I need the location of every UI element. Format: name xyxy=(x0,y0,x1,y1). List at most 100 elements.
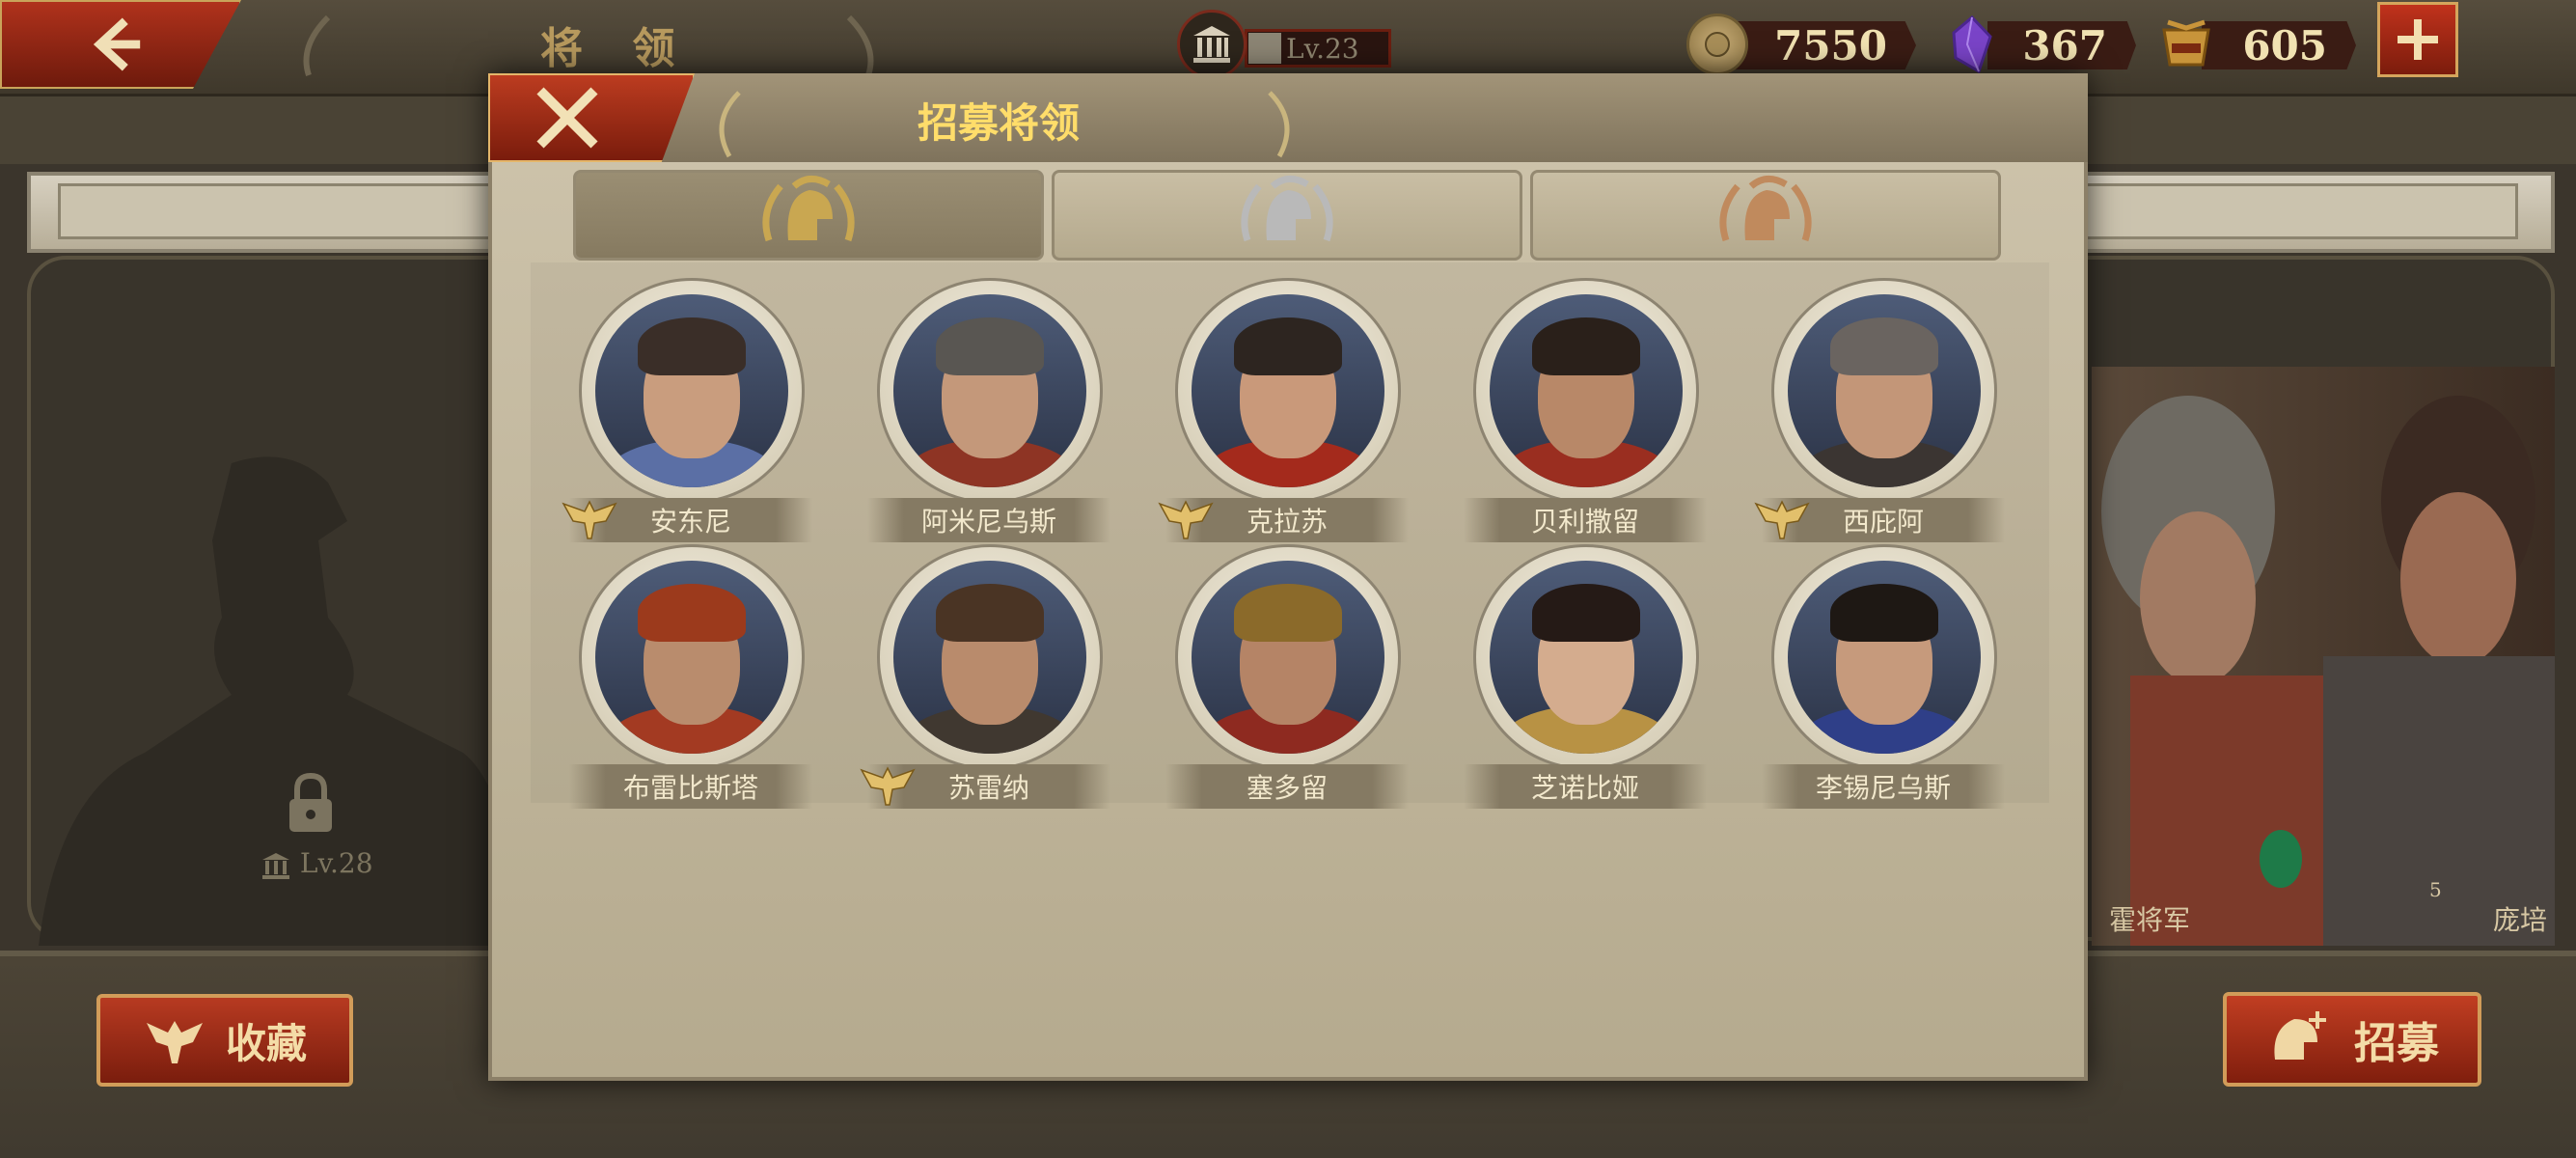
plus-icon xyxy=(2398,19,2438,60)
locked-level-label: Lv.28 xyxy=(260,847,373,880)
rarity-tabs xyxy=(573,170,2003,261)
general-card[interactable]: 阿米尼乌斯 xyxy=(867,278,1110,542)
general-art-image xyxy=(2101,396,2555,946)
recruit-label: 招募 xyxy=(2354,1019,2439,1068)
close-icon xyxy=(536,87,598,149)
tab-silver[interactable] xyxy=(1052,170,1522,261)
lock-icon xyxy=(289,772,332,832)
close-button[interactable] xyxy=(488,73,695,162)
general-card[interactable]: 李锡尼乌斯 xyxy=(1762,544,2005,809)
general-name-text: 塞多留 xyxy=(1246,772,1328,804)
gold-helmet-laurel-icon xyxy=(762,176,855,242)
general-name-text: 李锡尼乌斯 xyxy=(1815,772,1951,804)
general-name-left: 霍将军 xyxy=(2109,904,2191,936)
general-name: 芝诺比娅 xyxy=(1464,764,1707,809)
general-card[interactable]: 苏雷纳 xyxy=(860,544,1110,809)
temple-small-icon xyxy=(262,852,289,879)
general-portrait xyxy=(579,278,805,504)
general-portrait-art[interactable] xyxy=(2092,367,2555,946)
portrait-image xyxy=(1192,294,1384,487)
portrait-hair xyxy=(638,317,746,375)
portrait-hair xyxy=(638,584,746,642)
resource-spqr[interactable]: 605 xyxy=(2155,14,2358,75)
portrait-image xyxy=(1788,561,1981,754)
general-card[interactable]: 塞多留 xyxy=(1165,544,1409,809)
general-badge-number: 5 xyxy=(2429,878,2442,901)
gem-icon xyxy=(1941,14,2003,75)
portrait-image xyxy=(595,294,788,487)
general-portrait xyxy=(1175,278,1401,504)
portrait-image xyxy=(1788,294,1981,487)
bronze-helmet-laurel-icon xyxy=(1719,176,1812,242)
portrait-image xyxy=(1490,294,1683,487)
general-portrait xyxy=(579,544,805,770)
generals-grid: 安东尼 阿米尼乌斯 克拉苏 贝利撒留 西庇阿布雷比斯塔 苏雷纳 塞多留 芝诺比娅 李锡尼乌斯 xyxy=(531,262,2049,809)
portrait-hair xyxy=(936,584,1044,642)
portrait-image xyxy=(595,561,788,754)
portrait-hair xyxy=(1234,584,1342,642)
recruit-helmet-icon xyxy=(2274,1011,2326,1060)
general-name-text: 布雷比斯塔 xyxy=(622,772,758,804)
locked-level-text: Lv.28 xyxy=(299,847,373,879)
back-arrow-icon xyxy=(93,17,141,71)
portrait-hair xyxy=(1532,584,1640,642)
gold-eagle-icon xyxy=(1754,500,1810,539)
gold-eagle-icon xyxy=(562,500,617,539)
general-card[interactable]: 布雷比斯塔 xyxy=(569,544,812,809)
general-name-right: 庞培 xyxy=(2493,904,2548,936)
general-name-text: 西庇阿 xyxy=(1842,506,1924,538)
silver-helmet-laurel-icon xyxy=(1241,176,1333,242)
recruit-button[interactable]: 招募 xyxy=(2223,992,2481,1087)
general-name: 塞多留 xyxy=(1165,764,1409,809)
spqr-icon xyxy=(2155,14,2217,75)
gem-amount: 367 xyxy=(1987,21,2136,69)
temple-icon xyxy=(1177,10,1247,79)
modal-title: 招募将领 xyxy=(917,99,1080,147)
page-title: 将 领 xyxy=(540,24,693,73)
favorites-label: 收藏 xyxy=(225,1019,307,1067)
general-portrait xyxy=(1771,278,1997,504)
tab-bronze[interactable] xyxy=(1530,170,2001,261)
general-name-text: 贝利撒留 xyxy=(1530,506,1639,538)
general-name-text: 苏雷纳 xyxy=(947,772,1029,804)
general-name: 布雷比斯塔 xyxy=(569,764,812,809)
portrait-image xyxy=(1192,561,1384,754)
eagle-icon xyxy=(146,1021,203,1063)
resource-coins[interactable]: 7550 xyxy=(1686,14,1918,75)
resource-gems[interactable]: 367 xyxy=(1941,14,2138,75)
general-card[interactable]: 西庇阿 xyxy=(1754,278,2005,542)
general-portrait xyxy=(877,278,1103,504)
add-resource-button[interactable] xyxy=(2377,2,2458,77)
coin-amount: 7550 xyxy=(1733,21,1916,69)
portrait-hair xyxy=(1234,317,1342,375)
general-name: 贝利撒留 xyxy=(1464,498,1707,542)
general-name-text: 安东尼 xyxy=(649,506,731,538)
gold-eagle-icon xyxy=(860,766,916,806)
general-name-text: 芝诺比娅 xyxy=(1530,772,1639,804)
player-level: Lv.23 xyxy=(1177,10,1399,79)
general-card[interactable]: 贝利撒留 xyxy=(1464,278,1707,542)
coin-icon xyxy=(1686,14,1748,75)
header-laurel-icon xyxy=(719,91,1290,158)
general-portrait xyxy=(1175,544,1401,770)
general-name: 阿米尼乌斯 xyxy=(867,498,1110,542)
level-text: Lv.23 xyxy=(1286,32,1359,65)
portrait-image xyxy=(893,561,1086,754)
general-portrait xyxy=(1771,544,1997,770)
portrait-hair xyxy=(1532,317,1640,375)
general-card[interactable]: 安东尼 xyxy=(562,278,812,542)
portrait-hair xyxy=(936,317,1044,375)
gold-eagle-icon xyxy=(1158,500,1214,539)
level-progress-fill xyxy=(1248,33,1281,64)
general-name: 李锡尼乌斯 xyxy=(1762,764,2005,809)
general-portrait xyxy=(1473,278,1699,504)
general-card[interactable]: 克拉苏 xyxy=(1158,278,1409,542)
modal-header xyxy=(488,73,2088,162)
tab-gold[interactable] xyxy=(573,170,1044,261)
general-name-text: 克拉苏 xyxy=(1246,506,1328,538)
portrait-image xyxy=(893,294,1086,487)
portrait-image xyxy=(1490,561,1683,754)
general-portrait xyxy=(877,544,1103,770)
general-card[interactable]: 芝诺比娅 xyxy=(1464,544,1707,809)
favorites-button[interactable]: 收藏 xyxy=(96,994,353,1087)
